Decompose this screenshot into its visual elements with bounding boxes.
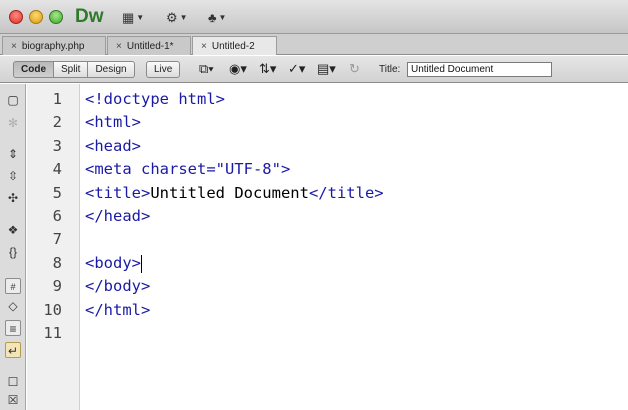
- settings-menu-button[interactable]: ⚙ ▼: [166, 9, 188, 25]
- apply-comment-icon[interactable]: ☐: [5, 374, 21, 390]
- layout-menu-button[interactable]: ▦ ▼: [122, 9, 144, 25]
- line-number: 9: [52, 277, 62, 296]
- syntax-coloring-icon[interactable]: ≡: [5, 320, 21, 336]
- code-tag-token: <body>: [85, 253, 141, 272]
- code-tag-token: </body>: [85, 277, 151, 296]
- code-tag-token: </head>: [85, 207, 151, 225]
- chevron-down-icon: ▼: [179, 12, 188, 22]
- code-tag-token: <meta charset="UTF-8">: [85, 160, 291, 179]
- show-code-navigator-icon[interactable]: ✻: [5, 115, 21, 131]
- line-number: 5: [52, 183, 62, 202]
- refresh-icon[interactable]: ↻: [349, 62, 360, 76]
- code-tag-token: <html>: [85, 113, 141, 132]
- collapse-full-tag-icon[interactable]: ⇕: [5, 146, 21, 162]
- code-view-button[interactable]: Code: [13, 61, 54, 78]
- site-map-icon: ♣: [208, 9, 217, 25]
- line-number: 1: [52, 90, 62, 108]
- close-icon[interactable]: ×: [116, 41, 122, 52]
- expand-all-icon[interactable]: ✣: [5, 190, 21, 206]
- line-number: 6: [52, 207, 62, 225]
- gear-icon: ⚙: [166, 9, 178, 25]
- collapse-selection-icon[interactable]: ⇳: [5, 168, 21, 184]
- tab-label: biography.php: [21, 40, 85, 52]
- open-documents-icon[interactable]: ▢: [5, 92, 21, 108]
- minimize-window-button[interactable]: [29, 10, 43, 24]
- layout-grid-icon: ▦: [122, 9, 135, 25]
- code-tag-token: <!doctype html>: [85, 90, 225, 108]
- line-numbers-icon[interactable]: #: [5, 278, 21, 294]
- code-line[interactable]: <!doctype html>: [85, 88, 225, 111]
- code-line[interactable]: </body>: [85, 275, 150, 298]
- line-number: 8: [52, 253, 62, 272]
- split-view-button[interactable]: Split: [53, 61, 89, 78]
- coding-toolbar: ▢ ✻ ⇕ ⇳ ✣ ❖ {} # ◇ ≡ ↵ ☐ ☒: [0, 84, 26, 410]
- code-tag-token: </html>: [85, 300, 151, 319]
- app-logo: Dw: [75, 6, 104, 27]
- tab-label: Untitled-1*: [126, 40, 174, 52]
- highlight-invalid-code-icon[interactable]: ◇: [5, 298, 21, 314]
- title-field-label: Title:: [379, 64, 401, 75]
- code-editor[interactable]: <!doctype html> <html> <head> <meta charset…: [80, 84, 628, 410]
- word-wrap-icon[interactable]: ↵: [5, 342, 21, 358]
- line-number: 2: [52, 113, 62, 132]
- tab-biography[interactable]: × biography.php: [2, 36, 106, 55]
- line-number: 10: [43, 300, 62, 319]
- document-tab-bar: × biography.php × Untitled-1* × Untitled…: [0, 34, 628, 55]
- code-line[interactable]: <title>Untitled Document</title>: [85, 182, 384, 205]
- text-cursor: [141, 254, 142, 273]
- file-management-icon[interactable]: ⇅▾: [259, 62, 276, 76]
- code-tag-token: <title>: [85, 183, 151, 202]
- design-view-button[interactable]: Design: [87, 61, 135, 78]
- code-line[interactable]: <body>: [85, 252, 141, 275]
- line-number: 3: [52, 136, 62, 155]
- tab-untitled-1[interactable]: × Untitled-1*: [107, 36, 191, 55]
- site-menu-button[interactable]: ♣ ▼: [208, 9, 226, 25]
- code-line[interactable]: <head>: [85, 135, 141, 158]
- select-parent-tag-icon[interactable]: ❖: [5, 222, 21, 238]
- browser-preview-icon[interactable]: ◉▾: [229, 62, 247, 76]
- chevron-down-icon: ▼: [136, 12, 145, 22]
- line-number: 7: [52, 230, 62, 249]
- document-title-input[interactable]: [407, 62, 552, 77]
- code-line[interactable]: </head>: [85, 205, 150, 228]
- validate-icon[interactable]: ✓▾: [288, 62, 305, 76]
- code-line[interactable]: <html>: [85, 111, 141, 134]
- line-number: 11: [43, 324, 62, 342]
- visual-aids-icon[interactable]: ▤▾: [317, 62, 336, 76]
- zoom-window-button[interactable]: [49, 10, 63, 24]
- code-tag-token: </title>: [308, 183, 384, 202]
- tab-label: Untitled-2: [211, 40, 255, 52]
- line-number: 4: [52, 160, 62, 179]
- remove-comment-icon[interactable]: ☒: [5, 392, 21, 408]
- close-icon[interactable]: ×: [201, 41, 207, 52]
- code-text-token: Untitled Document: [150, 183, 309, 202]
- close-icon[interactable]: ×: [11, 41, 17, 52]
- tab-untitled-2[interactable]: × Untitled-2: [192, 36, 277, 55]
- chevron-down-icon: ▼: [218, 12, 227, 22]
- window-titlebar: Dw ▦ ▼ ⚙ ▼ ♣ ▼: [0, 0, 628, 34]
- live-view-button[interactable]: Live: [146, 61, 181, 78]
- code-line[interactable]: <meta charset="UTF-8">: [85, 158, 290, 181]
- view-switcher: Code Split Design: [13, 61, 135, 78]
- close-window-button[interactable]: [9, 10, 23, 24]
- multiscreen-icon[interactable]: ⧉▾: [199, 62, 214, 76]
- line-number-gutter: 1 2 3 4 5 6 7 8 9 10 11: [27, 84, 80, 410]
- document-toolbar: Code Split Design Live ⧉▾ ◉▾ ⇅▾ ✓▾ ▤▾ ↻ …: [0, 56, 628, 83]
- code-tag-token: <head>: [85, 136, 141, 155]
- code-line[interactable]: </html>: [85, 299, 150, 322]
- balance-braces-icon[interactable]: {}: [5, 244, 21, 260]
